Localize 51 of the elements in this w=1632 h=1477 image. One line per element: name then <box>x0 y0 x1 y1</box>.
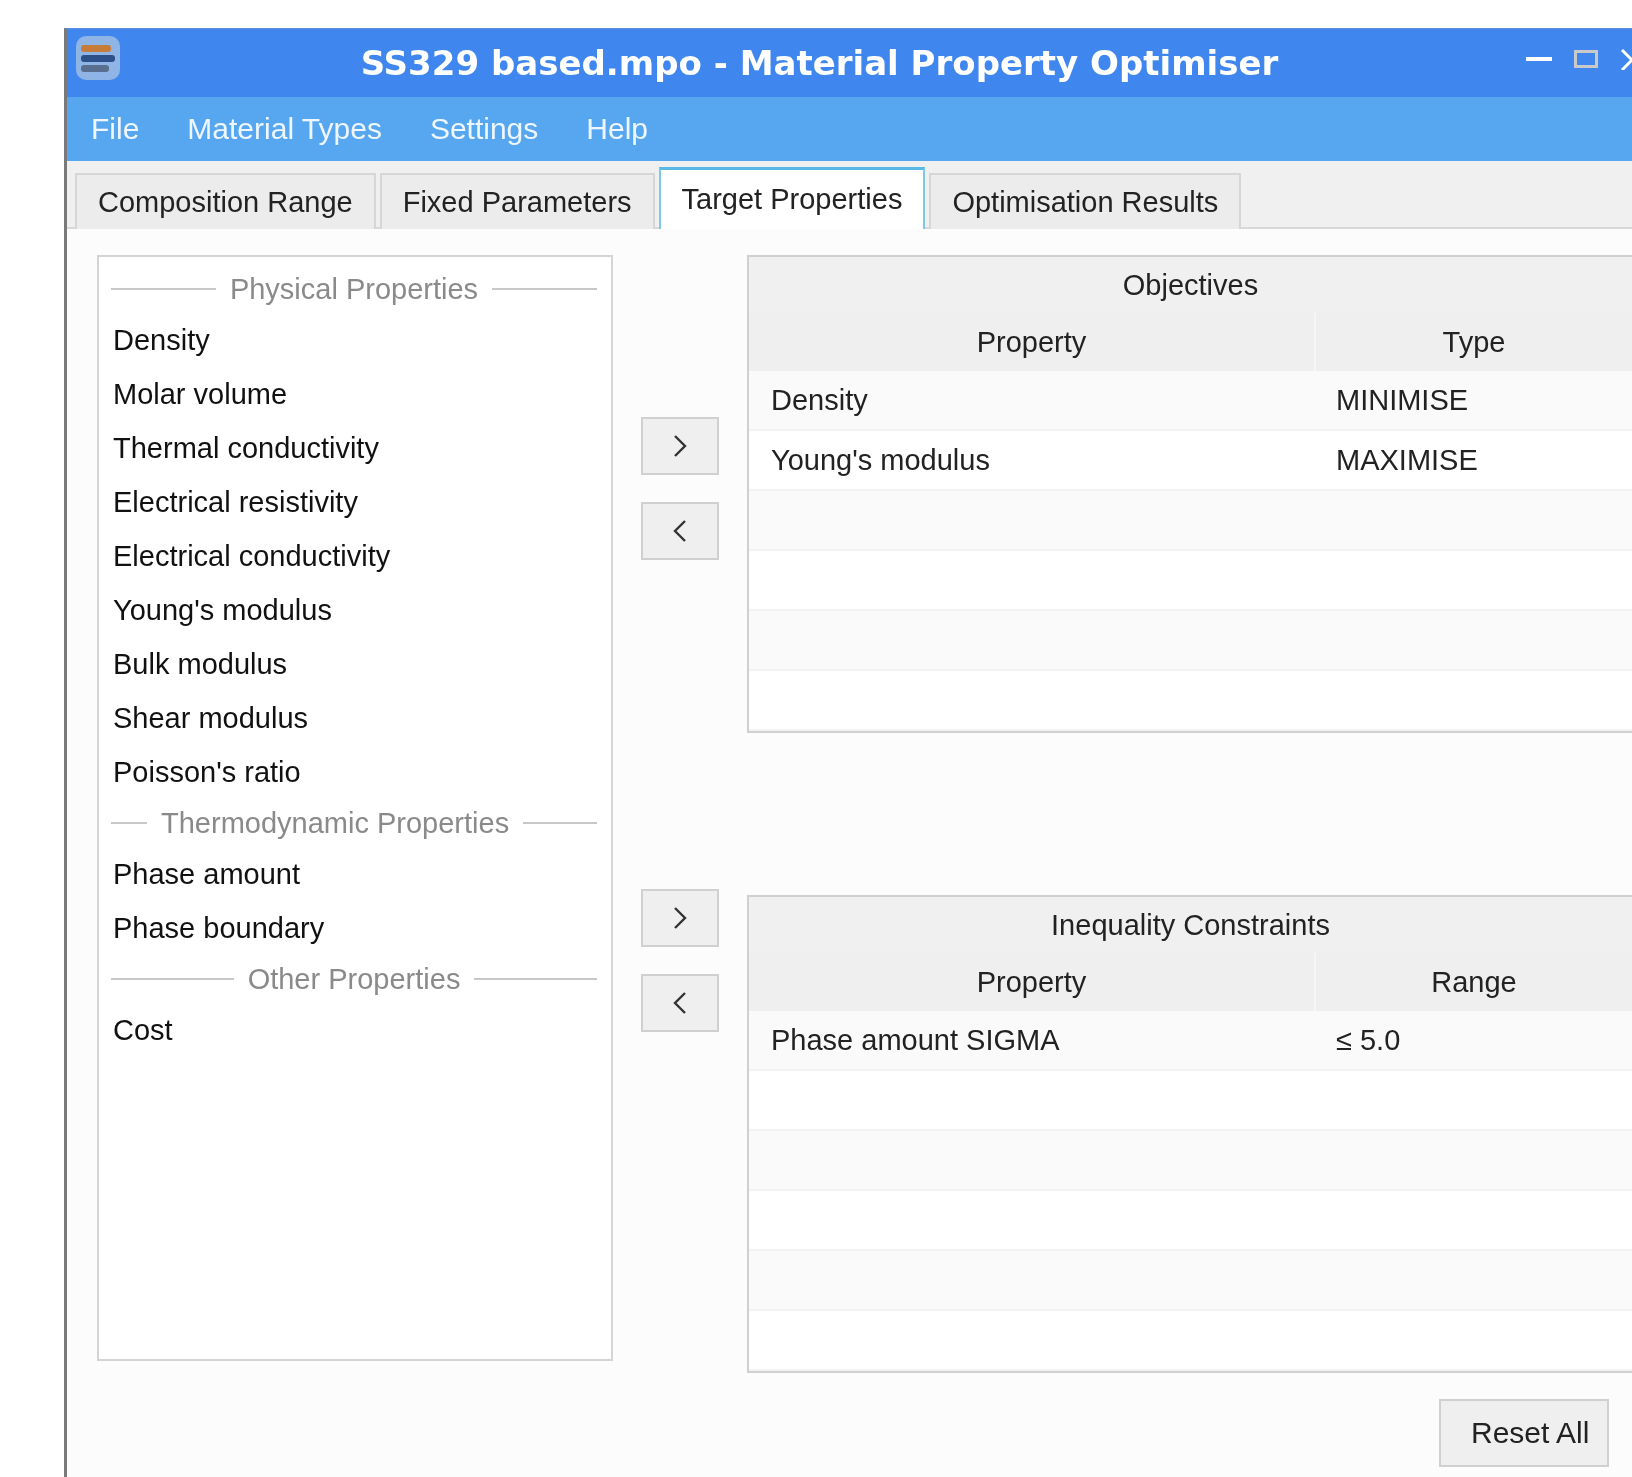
chevron-left-icon <box>673 991 687 1015</box>
table-row[interactable]: Phase amount SIGMA ≤ 5.0 <box>749 1011 1632 1071</box>
column-header[interactable]: Range <box>1314 953 1632 1011</box>
app-icon <box>75 35 121 81</box>
table-title: Objectives <box>749 257 1632 313</box>
group-header: Other Properties <box>247 962 461 996</box>
maximize-icon[interactable] <box>1574 50 1598 68</box>
minimize-icon[interactable] <box>1526 57 1552 61</box>
window-title: SS329 based.mpo - Material Property Optimiser <box>360 43 1280 83</box>
chevron-left-icon <box>673 519 687 543</box>
list-item[interactable]: Phase boundary <box>113 911 325 945</box>
close-icon[interactable] <box>1620 48 1632 70</box>
tab[interactable]: Composition Range <box>75 173 376 229</box>
table-cell: ≤ 5.0 <box>1336 1023 1401 1057</box>
table-cell: Density <box>771 383 868 417</box>
remove-constraint-button[interactable] <box>641 974 719 1032</box>
tab[interactable]: Fixed Parameters <box>379 173 655 229</box>
add-constraint-button[interactable] <box>641 889 719 947</box>
group-header: Thermodynamic Properties <box>161 806 510 840</box>
list-item[interactable]: Poisson's ratio <box>113 755 301 789</box>
list-item[interactable]: Phase amount <box>113 857 300 891</box>
chevron-right-icon <box>673 434 687 458</box>
table-cell: MAXIMISE <box>1336 443 1478 477</box>
table-row[interactable] <box>749 1251 1632 1311</box>
table-row[interactable]: Density MINIMISE <box>749 371 1632 431</box>
table-row[interactable] <box>749 1131 1632 1191</box>
table-row[interactable] <box>749 611 1632 671</box>
list-item[interactable]: Shear modulus <box>113 701 309 735</box>
add-objective-button[interactable] <box>641 417 719 475</box>
column-header[interactable]: Property <box>749 953 1314 1011</box>
remove-objective-button[interactable] <box>641 502 719 560</box>
list-item[interactable]: Young's modulus <box>113 593 332 627</box>
column-header[interactable]: Property <box>749 313 1314 371</box>
table-row[interactable] <box>749 491 1632 551</box>
table-title: Inequality Constraints <box>749 897 1632 953</box>
list-item[interactable]: Molar volume <box>113 377 288 411</box>
reset-all-button[interactable]: Reset All <box>1439 1399 1610 1467</box>
chevron-right-icon <box>673 906 687 930</box>
group-header: Physical Properties <box>229 272 479 306</box>
tab[interactable]: Optimisation Results <box>929 173 1242 229</box>
list-item[interactable]: Cost <box>113 1013 173 1047</box>
list-item[interactable]: Bulk modulus <box>113 647 288 681</box>
column-header[interactable]: Type <box>1314 313 1632 371</box>
table-cell: Young's modulus <box>771 443 990 477</box>
list-item[interactable]: Density <box>113 323 210 357</box>
table-cell: MINIMISE <box>1336 383 1469 417</box>
list-item[interactable]: Electrical conductivity <box>113 539 391 573</box>
tab[interactable]: Target Properties <box>658 167 926 229</box>
list-item[interactable]: Thermal conductivity <box>113 431 379 465</box>
list-item[interactable]: Electrical resistivity <box>113 485 358 519</box>
table-cell: Phase amount SIGMA <box>771 1023 1060 1057</box>
